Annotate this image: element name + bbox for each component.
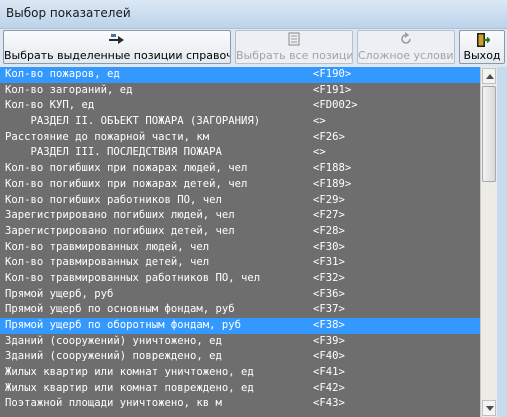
list-item[interactable]: Кол-во погибших при пожарах детей, чел <F…: [0, 177, 480, 193]
select-all-icon: [236, 31, 352, 49]
indicator-code: <F28>: [313, 224, 345, 237]
indicator-name: Зданий (сооружений) уничтожено, ед: [5, 334, 222, 347]
exit-door-icon: [460, 31, 504, 49]
indicator-code: <F43>: [313, 397, 345, 410]
indicator-code: <>: [313, 146, 326, 159]
indicator-code: <F191>: [313, 83, 352, 96]
list-item[interactable]: Кол-во погибших работников ПО, чел <F29>: [0, 193, 480, 209]
indicator-code: <FD002>: [313, 99, 358, 112]
indicator-code: <F38>: [313, 319, 345, 331]
window-frame-right: [497, 67, 507, 417]
list-item[interactable]: РАЗДЕЛ III. ПОСЛЕДСТВИЯ ПОЖАРА <>: [0, 145, 480, 161]
indicator-code: <F31>: [313, 256, 345, 269]
list-item[interactable]: Кол-во погибших при пожарах людей, чел <F…: [0, 161, 480, 177]
indicator-name: Жилых квартир или комнат уничтожено, ед: [5, 366, 254, 379]
indicator-code: <F36>: [313, 287, 345, 300]
indicator-name: Расстояние до пожарной части, км: [5, 130, 210, 143]
list-item[interactable]: Зарегистрировано погибших детей, чел <F28…: [0, 224, 480, 240]
list-item[interactable]: Кол-во загораний, ед <F191>: [0, 83, 480, 99]
indicator-name: Кол-во погибших при пожарах людей, чел: [5, 162, 248, 175]
indicator-code: <F188>: [313, 162, 352, 175]
vertical-scrollbar[interactable]: [480, 67, 497, 417]
select-hand-icon: [4, 31, 230, 49]
indicator-name: Кол-во травмированных детей, чел: [5, 256, 210, 269]
indicator-name: Жилых квартир или комнат повреждено, ед: [5, 381, 254, 394]
indicator-code: <F37>: [313, 303, 345, 316]
list-item[interactable]: Кол-во травмированных людей, чел <F30>: [0, 240, 480, 256]
scrollbar-thumb[interactable]: [482, 86, 496, 182]
list-item[interactable]: Кол-во травмированных работников ПО, чел…: [0, 271, 480, 287]
indicator-code: <F32>: [313, 271, 345, 284]
select-all-button[interactable]: Выбрать все позиции: [235, 30, 353, 64]
title-bar: Выбор показателей: [0, 0, 507, 29]
list-item[interactable]: Кол-во пожаров, ед <F190>: [0, 67, 480, 83]
indicator-code: <F42>: [313, 381, 345, 394]
list-item[interactable]: Поэтажной площади уничтожено, кв м <F43>: [0, 396, 480, 412]
indicator-code: <F41>: [313, 366, 345, 379]
list-item[interactable]: Расстояние до пожарной части, км <F26>: [0, 130, 480, 146]
list-item[interactable]: Кол-во травмированных детей, чел <F31>: [0, 255, 480, 271]
indicator-name: Прямой ущерб по оборотным фондам, руб: [5, 319, 241, 331]
list-item[interactable]: Жилых квартир или комнат уничтожено, ед <…: [0, 365, 480, 381]
indicator-list[interactable]: Кол-во пожаров, ед <F190> Кол-во загораний…: [0, 67, 480, 417]
indicator-name: РАЗДЕЛ III. ПОСЛЕДСТВИЯ ПОЖАРА: [5, 146, 222, 159]
list-item[interactable]: Зданий (сооружений) повреждено, ед <F40>: [0, 349, 480, 365]
indicator-name: Зарегистрировано погибших детей, чел: [5, 224, 235, 237]
indicator-name: Кол-во КУП, ед: [5, 99, 95, 112]
scroll-down-button[interactable]: [482, 400, 496, 416]
indicator-code: <F40>: [313, 350, 345, 363]
indicator-name: Кол-во погибших при пожарах детей, чел: [5, 177, 248, 190]
exit-button[interactable]: Выход: [459, 30, 505, 64]
indicator-code: <F29>: [313, 193, 345, 206]
indicator-name: Кол-во травмированных работников ПО, чел: [5, 271, 261, 284]
list-item[interactable]: Прямой ущерб, руб <F36>: [0, 287, 480, 303]
list-item[interactable]: Прямой ущерб по оборотным фондам, руб <F3…: [0, 318, 480, 334]
indicator-name: Поэтажной площади уничтожено, кв м: [5, 397, 222, 410]
indicator-code: <F190>: [313, 68, 352, 80]
list-item[interactable]: РАЗДЕЛ II. ОБЪЕКТ ПОЖАРА (ЗАГОРАНИЯ) <>: [0, 114, 480, 130]
exit-label: Выход: [463, 49, 501, 62]
refresh-icon: [358, 31, 454, 49]
indicator-name: Прямой ущерб, руб: [5, 287, 114, 300]
select-positions-button[interactable]: Выбрать выделенные позиции справочника: [3, 30, 231, 64]
indicator-name: Кол-во травмированных людей, чел: [5, 240, 210, 253]
list-item[interactable]: Жилых квартир или комнат повреждено, ед <…: [0, 381, 480, 397]
indicator-code: <F26>: [313, 130, 345, 143]
select-all-label: Выбрать все позиции: [236, 49, 353, 62]
indicator-name: Кол-во погибших работников ПО, чел: [5, 193, 222, 206]
indicator-code: <F30>: [313, 240, 345, 253]
list-item[interactable]: Зарегистрировано погибших людей, чел <F27…: [0, 208, 480, 224]
select-positions-label: Выбрать выделенные позиции справочника: [4, 49, 230, 62]
list-item[interactable]: Прямой ущерб по основным фондам, руб <F37…: [0, 302, 480, 318]
scroll-up-button[interactable]: [482, 68, 496, 84]
indicator-name: Прямой ущерб по основным фондам, руб: [5, 303, 235, 316]
indicator-code: <>: [313, 115, 326, 128]
indicator-code: <F189>: [313, 177, 352, 190]
indicator-code: <F39>: [313, 334, 345, 347]
list-item[interactable]: Зданий (сооружений) уничтожено, ед <F39>: [0, 334, 480, 350]
complex-condition-button[interactable]: Сложное условие: [357, 30, 455, 64]
indicator-code: <F27>: [313, 209, 345, 222]
indicator-name: Зарегистрировано погибших людей, чел: [5, 209, 235, 222]
toolbar: Выбрать выделенные позиции справочника В…: [0, 29, 507, 67]
complex-condition-label: Сложное условие: [358, 49, 455, 62]
list-item[interactable]: Кол-во КУП, ед <FD002>: [0, 98, 480, 114]
indicator-name: РАЗДЕЛ II. ОБЪЕКТ ПОЖАРА (ЗАГОРАНИЯ): [5, 115, 261, 128]
indicator-name: Зданий (сооружений) повреждено, ед: [5, 350, 222, 363]
window-title: Выбор показателей: [6, 6, 131, 20]
indicator-name: Кол-во загораний, ед: [5, 83, 133, 96]
indicator-name: Кол-во пожаров, ед: [5, 68, 120, 80]
